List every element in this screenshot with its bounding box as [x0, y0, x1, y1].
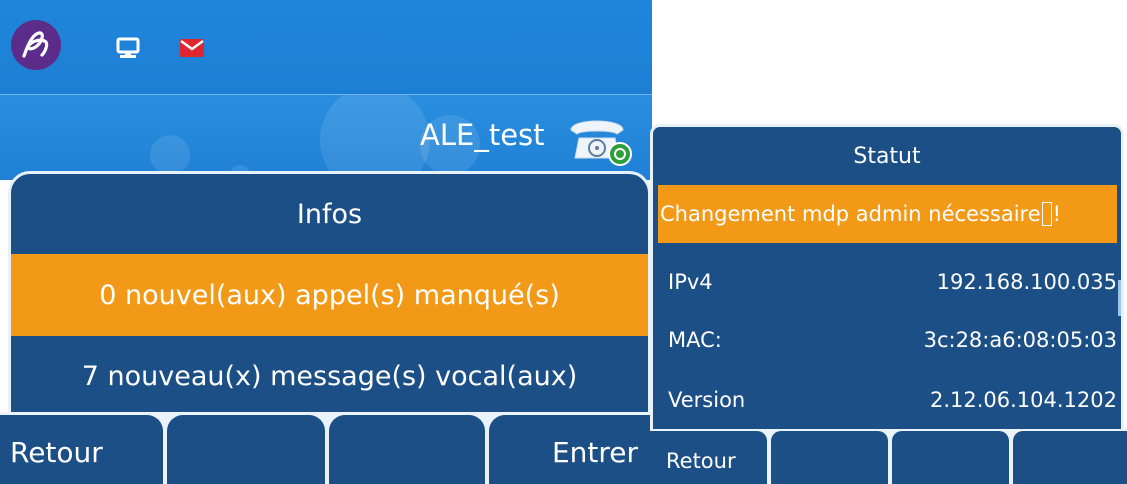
- softkey-3[interactable]: [329, 415, 485, 484]
- background-bubble: [150, 135, 190, 175]
- softkey-right-4[interactable]: [1013, 431, 1127, 484]
- version-value: 2.12.06.104.1202: [929, 388, 1117, 412]
- softkey-2[interactable]: [167, 415, 325, 484]
- user-name: ALE_test: [420, 118, 545, 152]
- user-header: [0, 95, 652, 180]
- back-softkey-right[interactable]: Retour: [650, 431, 767, 484]
- mac-label: MAC:: [668, 328, 722, 352]
- mac-row: MAC: 3c:28:a6:08:05:03: [658, 316, 1117, 368]
- softkey-bar-right: Retour: [650, 429, 1127, 484]
- status-title: Statut: [853, 143, 921, 169]
- softkey-bar: Retour Entrer: [0, 412, 652, 484]
- status-bar: [0, 0, 652, 95]
- home-screen: ALE_test Infos 0 nouvel(aux) appel(s) ma…: [0, 0, 652, 484]
- alert-suffix: !: [1052, 202, 1062, 226]
- ipv4-value: 192.168.100.035: [936, 270, 1117, 294]
- softkey-right-3[interactable]: [892, 431, 1009, 484]
- desk-phone-icon: [565, 108, 637, 174]
- missed-calls-item[interactable]: 0 nouvel(aux) appel(s) manqué(s): [11, 254, 648, 336]
- background-bubble: [320, 95, 430, 180]
- enter-softkey[interactable]: Entrer: [489, 415, 652, 484]
- mac-value: 3c:28:a6:08:05:03: [923, 328, 1117, 352]
- status-screen: Statut Changement mdp admin nécessaire! …: [650, 124, 1127, 484]
- alert-text: Changement mdp admin nécessaire: [660, 202, 1041, 226]
- version-label: Version: [668, 388, 746, 412]
- mail-icon[interactable]: [180, 39, 204, 61]
- computer-icon[interactable]: [116, 37, 140, 63]
- scrollbar[interactable]: [1118, 280, 1121, 316]
- admin-password-alert[interactable]: Changement mdp admin nécessaire!: [658, 185, 1117, 243]
- voicemail-item[interactable]: 7 nouveau(x) message(s) vocal(aux): [11, 336, 648, 416]
- text-cursor: [1041, 202, 1052, 226]
- softkey-right-2[interactable]: [771, 431, 888, 484]
- alcatel-logo-icon: [11, 20, 61, 70]
- back-softkey[interactable]: Retour: [0, 415, 163, 484]
- online-status-icon: [608, 142, 632, 166]
- ipv4-label: IPv4: [668, 270, 713, 294]
- panel-title: Infos: [296, 198, 363, 230]
- version-row: Version 2.12.06.104.1202: [658, 376, 1117, 428]
- ipv4-row: IPv4 192.168.100.035: [658, 258, 1117, 310]
